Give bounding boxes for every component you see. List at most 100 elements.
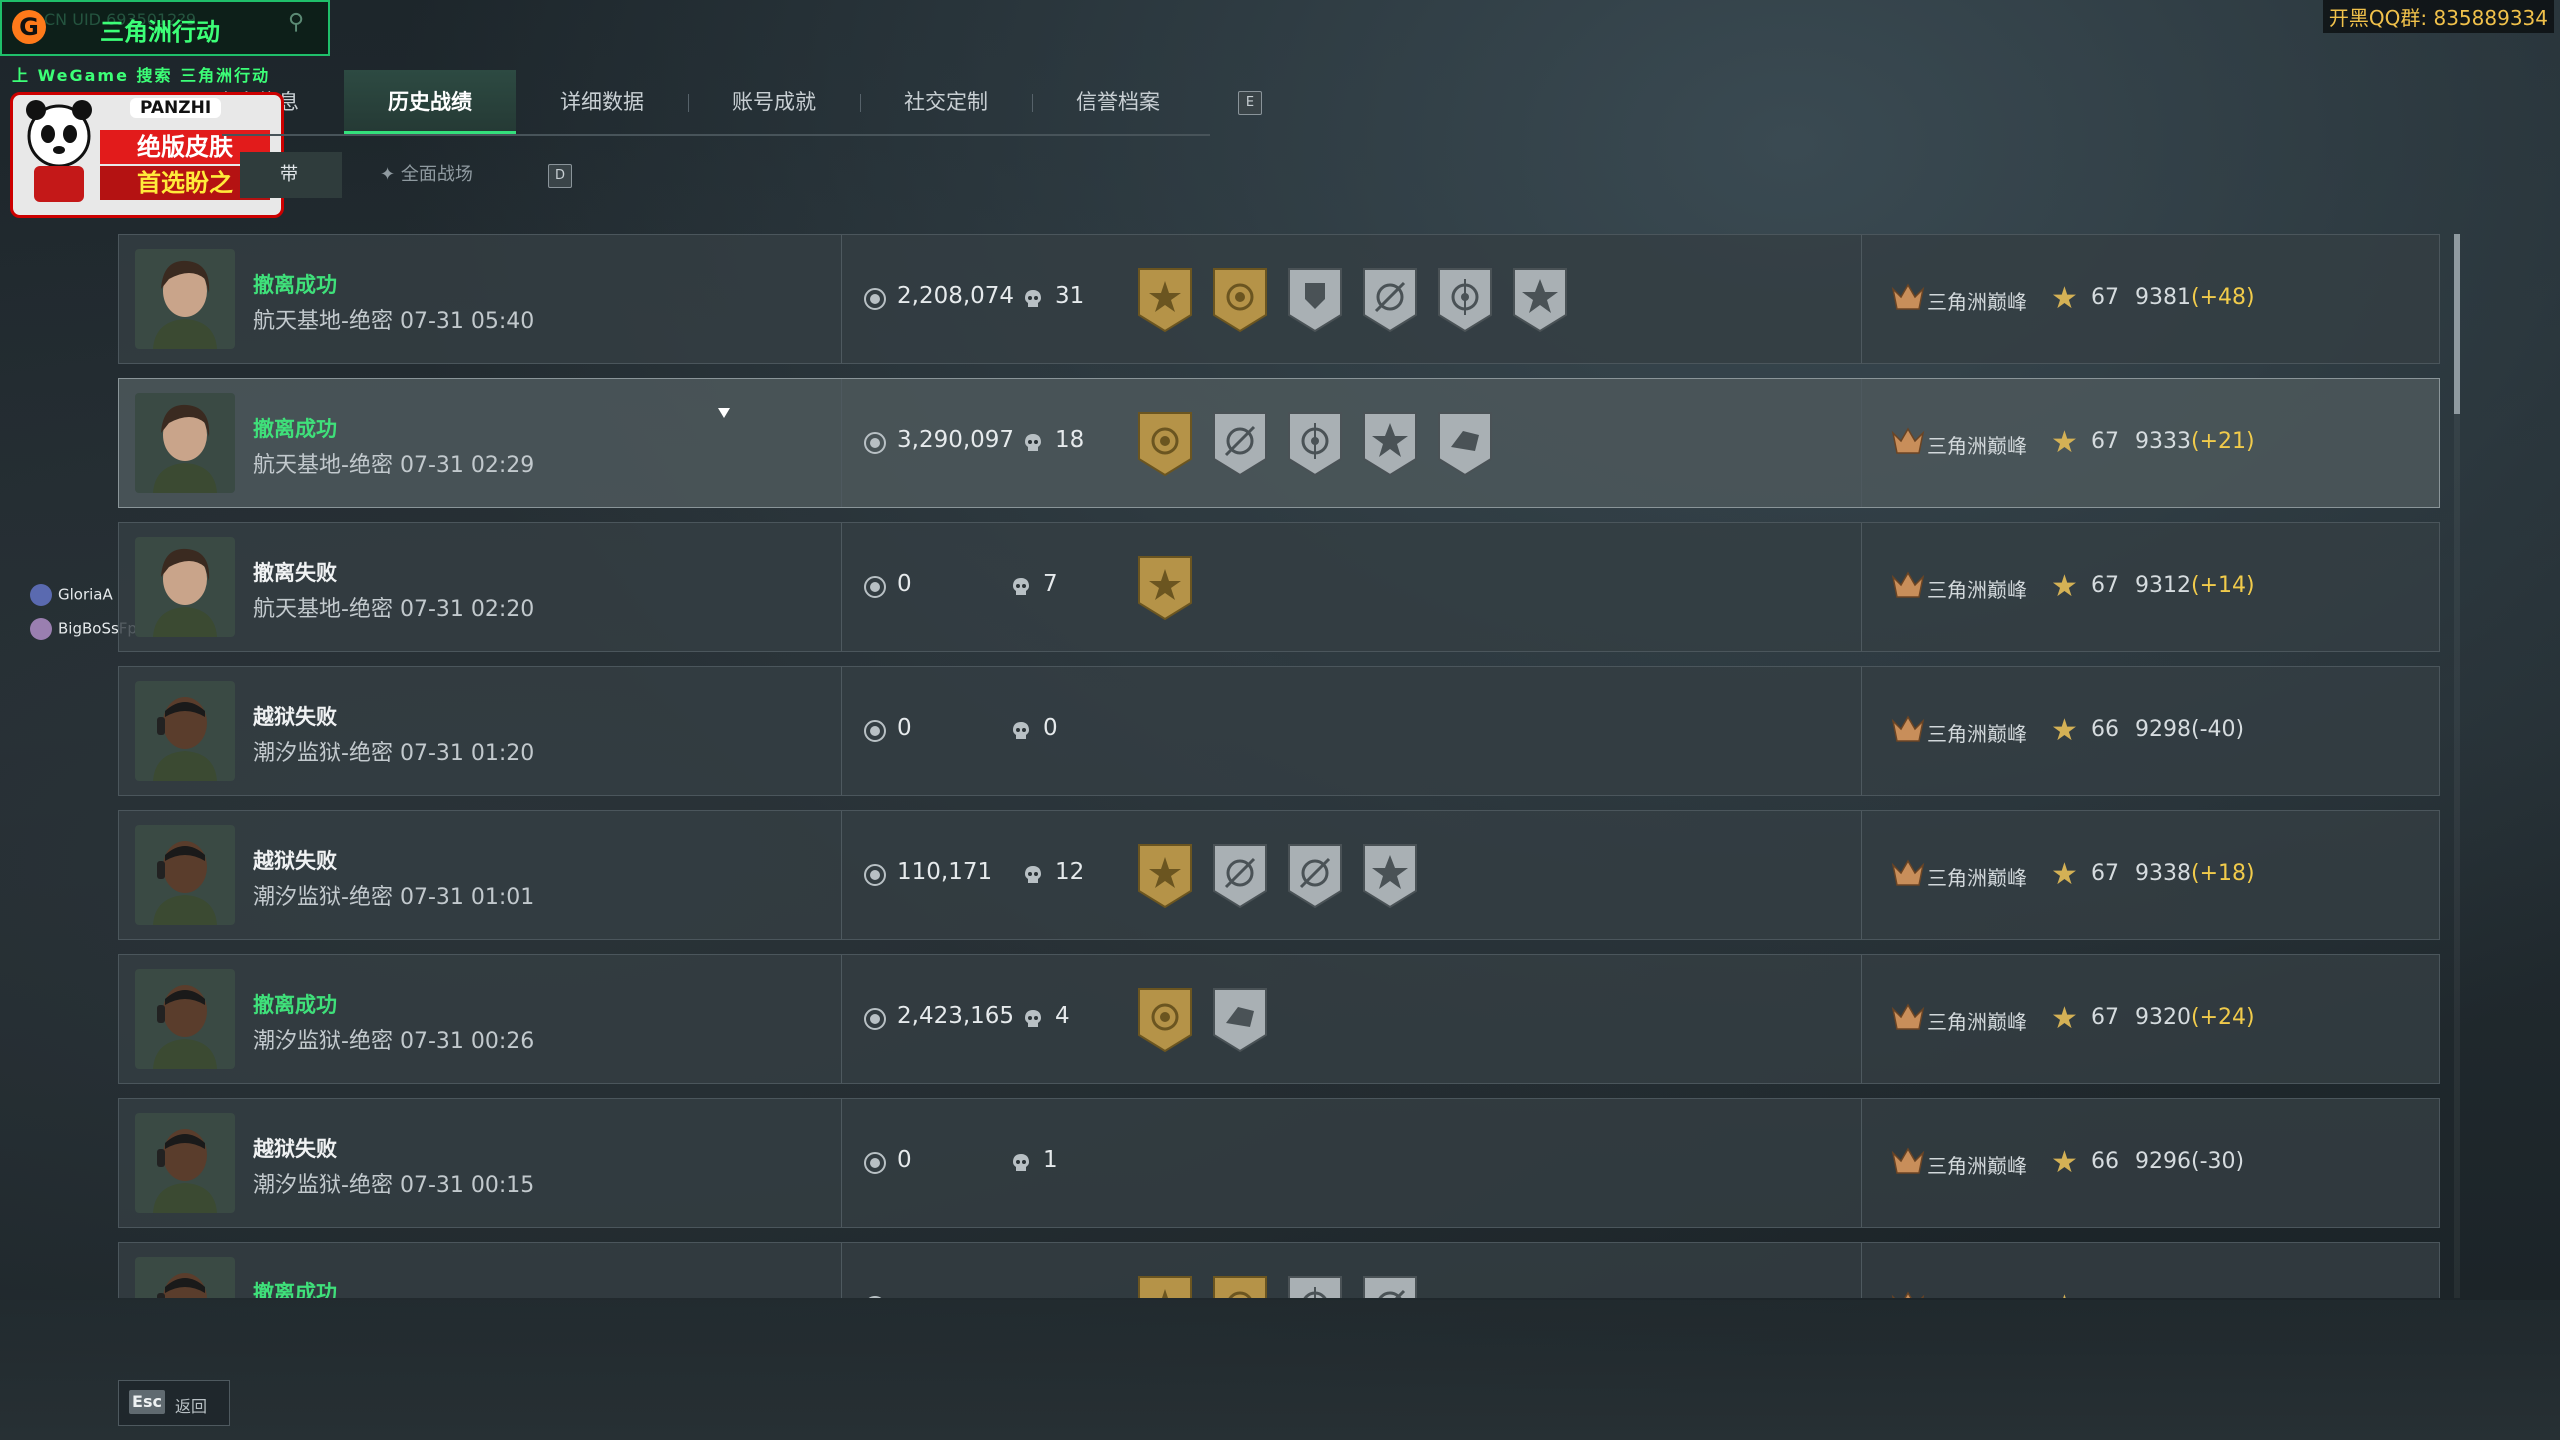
rank-score: 9312(+14) <box>2135 573 2255 598</box>
score-value: 9320 <box>2135 1005 2191 1030</box>
match-time: 07-31 02:29 <box>399 453 535 478</box>
match-row[interactable]: 越狱失败 潮汐监狱-绝密 07-31 00:15 0 1 三角洲巅峰 ★ 66 … <box>118 1098 2440 1228</box>
map-name: 潮汐监狱-绝密 <box>253 1173 393 1198</box>
silver-hand-badge-icon[interactable] <box>1435 411 1495 477</box>
main-tab-bar: 历史战绩 详细数据 账号成就 社交定制 信誉档案 <box>222 70 1210 136</box>
tab-reputation[interactable]: 信誉档案 <box>1032 70 1204 134</box>
row-divider <box>1861 811 1862 939</box>
star-icon: ★ <box>2051 713 2078 748</box>
silver-crosshair-badge-icon[interactable] <box>1285 843 1345 909</box>
match-row[interactable]: 撤离成功 潮汐监狱-绝密 07-31 00:26 2,423,165 4 三角洲… <box>118 954 2440 1084</box>
silver-crosshair-badge-icon[interactable] <box>1360 1275 1420 1298</box>
skull-icon <box>1009 575 1033 599</box>
rank-name: 三角洲巅峰 <box>1927 722 2027 746</box>
silver-eye-badge-icon[interactable] <box>1285 411 1345 477</box>
coin-icon <box>863 431 887 455</box>
subtab-extraction[interactable]: 带 <box>240 152 342 198</box>
match-status: 越狱失败 <box>253 849 337 873</box>
coin-icon <box>863 1007 887 1031</box>
gold-sun-badge-icon[interactable] <box>1135 267 1195 333</box>
match-status: 越狱失败 <box>253 705 337 729</box>
coin-icon <box>863 719 887 743</box>
gold-target-badge-icon[interactable] <box>1135 987 1195 1053</box>
viewer-avatar <box>30 618 52 640</box>
match-status: 撤离失败 <box>253 561 337 585</box>
gold-target-badge-icon[interactable] <box>1135 411 1195 477</box>
match-time: 07-31 05:40 <box>399 309 535 334</box>
silver-crosshair-badge-icon[interactable] <box>1210 411 1270 477</box>
gold-sun-badge-icon[interactable] <box>1135 843 1195 909</box>
operator-avatar <box>135 537 235 637</box>
score-value: 9312 <box>2135 573 2191 598</box>
silver-eye-badge-icon[interactable] <box>1285 1275 1345 1298</box>
tab-achievements[interactable]: 账号成就 <box>688 70 860 134</box>
match-row[interactable]: 撤离失败 航天基地-绝密 07-31 02:20 0 7 三角洲巅峰 ★ 67 … <box>118 522 2440 652</box>
silver-crosshair-badge-icon[interactable] <box>1210 843 1270 909</box>
extracted-value: 0 <box>897 571 912 597</box>
skull-icon <box>1009 1151 1033 1175</box>
match-history-list[interactable]: 撤离成功 航天基地-绝密 07-31 05:40 2,208,074 31 三角… <box>118 234 2442 1298</box>
gold-target-badge-icon[interactable] <box>1210 267 1270 333</box>
player-level: 67 <box>2091 429 2119 454</box>
rank-name: 三角洲巅峰 <box>1927 578 2027 602</box>
star-icon: ★ <box>2051 281 2078 316</box>
silver-shield-badge-icon[interactable] <box>1285 267 1345 333</box>
extracted-value: 2,423,165 <box>897 1003 1015 1029</box>
back-button[interactable]: Esc 返回 <box>118 1380 230 1426</box>
match-time: 07-31 00:26 <box>399 1029 535 1054</box>
rank-score: 9338(+18) <box>2135 861 2255 886</box>
score-delta: (-40) <box>2191 717 2245 742</box>
tab-history[interactable]: 历史战绩 <box>344 70 516 134</box>
extracted-value: 110,171 <box>897 859 993 885</box>
gold-target-badge-icon[interactable] <box>1210 1275 1270 1298</box>
silver-star-badge-icon[interactable] <box>1360 411 1420 477</box>
extracted-value: 0 <box>897 1147 912 1173</box>
match-row[interactable]: 撤离成功 ★ <box>118 1242 2440 1298</box>
esc-key-hint: Esc <box>129 1390 165 1414</box>
match-time: 07-31 00:15 <box>399 1173 535 1198</box>
match-row[interactable]: 越狱失败 潮汐监狱-绝密 07-31 01:20 0 0 三角洲巅峰 ★ 66 … <box>118 666 2440 796</box>
row-divider <box>841 955 842 1083</box>
map-name: 航天基地-绝密 <box>253 597 393 622</box>
coin-icon <box>863 1295 887 1298</box>
kill-count: 18 <box>1055 427 1085 453</box>
score-delta: (+48) <box>2191 285 2255 310</box>
player-level: 67 <box>2091 1005 2119 1030</box>
row-divider <box>1861 235 1862 363</box>
row-divider <box>841 667 842 795</box>
rank-score: 9333(+21) <box>2135 429 2255 454</box>
score-delta: (-30) <box>2191 1149 2245 1174</box>
star-icon: ★ <box>2051 1289 2078 1298</box>
silver-hand-badge-icon[interactable] <box>1210 987 1270 1053</box>
rank-emblem-icon <box>1891 1003 1925 1033</box>
bottom-bar <box>0 1300 2560 1440</box>
silver-crosshair-badge-icon[interactable] <box>1360 267 1420 333</box>
scrollbar-thumb[interactable] <box>2454 234 2460 414</box>
row-divider <box>841 235 842 363</box>
match-row[interactable]: 越狱失败 潮汐监狱-绝密 07-31 01:01 110,171 12 三角洲巅… <box>118 810 2440 940</box>
silver-star-badge-icon[interactable] <box>1360 843 1420 909</box>
ad-brand-label: PANZHI <box>130 98 222 118</box>
rank-name: 三角洲巅峰 <box>1927 1154 2027 1178</box>
gold-sun-badge-icon[interactable] <box>1135 555 1195 621</box>
map-name: 潮汐监狱-绝密 <box>253 885 393 910</box>
rank-emblem-icon <box>1891 571 1925 601</box>
match-status: 撤离成功 <box>253 1281 337 1298</box>
tab-social[interactable]: 社交定制 <box>860 70 1032 134</box>
match-status: 越狱失败 <box>253 1137 337 1161</box>
gold-sun-badge-icon[interactable] <box>1135 1275 1195 1298</box>
tab-detail-data[interactable]: 详细数据 <box>516 70 688 134</box>
map-name: 潮汐监狱-绝密 <box>253 1029 393 1054</box>
match-row[interactable]: 撤离成功 航天基地-绝密 07-31 05:40 2,208,074 31 三角… <box>118 234 2440 364</box>
subtab-full-battlefield[interactable]: ✦ 全面战场 <box>380 152 500 198</box>
kill-count: 12 <box>1055 859 1085 885</box>
skull-icon <box>1021 431 1045 455</box>
player-level: 67 <box>2091 861 2119 886</box>
player-level: 66 <box>2091 717 2119 742</box>
silver-eye-badge-icon[interactable] <box>1435 267 1495 333</box>
star-icon: ★ <box>2051 857 2078 892</box>
row-divider <box>1861 1243 1862 1298</box>
qq-group-banner: 开黑QQ群: 835889334 <box>2322 0 2554 33</box>
silver-star-badge-icon[interactable] <box>1510 267 1570 333</box>
match-row[interactable]: 撤离成功 航天基地-绝密 07-31 02:29 3,290,097 18 三角… <box>118 378 2440 508</box>
